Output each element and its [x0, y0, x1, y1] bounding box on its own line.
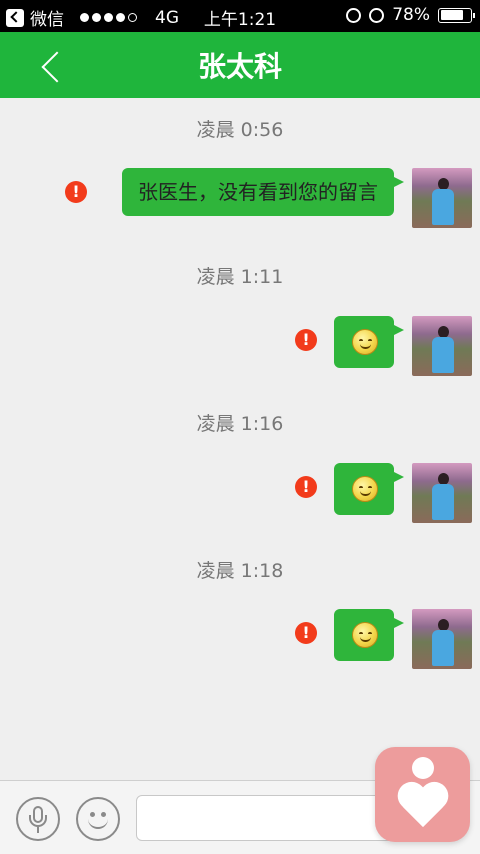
- battery-icon: [438, 7, 475, 23]
- smiley-emoji-icon: [352, 622, 378, 648]
- microphone-icon[interactable]: [16, 797, 60, 841]
- smiley-emoji-icon: [352, 476, 378, 502]
- page-title: 张太科: [197, 50, 282, 83]
- avatar[interactable]: [412, 168, 472, 228]
- chat-area[interactable]: 凌晨 0:56 ! 张医生，没有看到您的留言 凌晨 1:11 ! 凌晨 1:16…: [0, 98, 480, 780]
- heart-icon[interactable]: [375, 747, 470, 842]
- smiley-face-icon[interactable]: [76, 797, 120, 841]
- status-right: 78%: [346, 5, 475, 25]
- message-timestamp: 凌晨 1:16: [196, 413, 284, 435]
- send-failed-icon[interactable]: !: [295, 476, 317, 498]
- message-row: ! 张医生，没有看到您的留言: [0, 168, 472, 230]
- status-bar: 微信 4G 上午1:21 78%: [0, 0, 480, 32]
- message-bubble[interactable]: 张医生，没有看到您的留言: [122, 168, 404, 216]
- navigation-bar: 张太科: [0, 32, 480, 98]
- message-bubble[interactable]: [334, 316, 404, 368]
- message-row: !: [0, 316, 472, 378]
- message-bubble[interactable]: [334, 463, 404, 515]
- message-row: !: [0, 609, 472, 671]
- rotation-lock-icon: [346, 7, 362, 23]
- message-bubble[interactable]: [334, 609, 404, 661]
- send-failed-icon[interactable]: !: [65, 181, 87, 203]
- avatar[interactable]: [412, 463, 472, 523]
- message-timestamp: 凌晨 1:11: [196, 266, 284, 288]
- message-text: 张医生，没有看到您的留言: [138, 180, 378, 204]
- message-timestamp: 凌晨 0:56: [196, 119, 284, 141]
- message-timestamp: 凌晨 1:18: [196, 560, 284, 582]
- smiley-emoji-icon: [352, 329, 378, 355]
- send-failed-icon[interactable]: !: [295, 622, 317, 644]
- battery-percent: 78%: [392, 5, 430, 25]
- send-failed-icon[interactable]: !: [295, 329, 317, 351]
- avatar[interactable]: [412, 609, 472, 669]
- alarm-icon: [369, 7, 385, 23]
- message-row: !: [0, 463, 472, 525]
- avatar[interactable]: [412, 316, 472, 376]
